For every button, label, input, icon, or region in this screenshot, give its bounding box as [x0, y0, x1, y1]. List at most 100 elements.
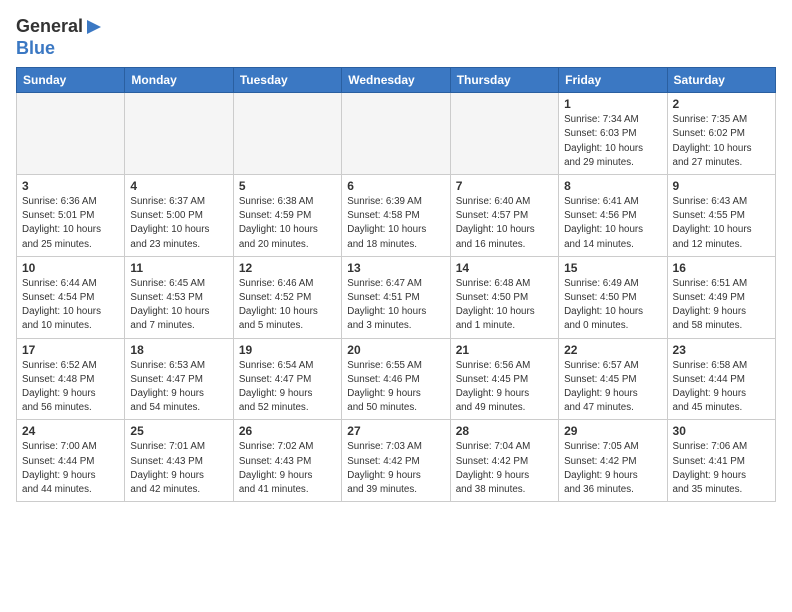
calendar-cell: 16 Sunrise: 6:51 AM Sunset: 4:49 PM Dayli… — [667, 256, 775, 338]
day-number: 11 — [130, 261, 227, 275]
calendar-cell: 24 Sunrise: 7:00 AM Sunset: 4:44 PM Dayli… — [17, 420, 125, 502]
day-info: Sunrise: 7:01 AM Sunset: 4:43 PM Dayligh… — [130, 440, 227, 497]
weekday-friday: Friday — [559, 68, 667, 93]
calendar-cell: 8Sunrise: 6:41 AM Sunset: 4:56 PM Daylig… — [559, 175, 667, 257]
weekday-wednesday: Wednesday — [342, 68, 450, 93]
calendar-cell — [233, 93, 341, 175]
day-number: 3 — [22, 179, 119, 193]
day-number: 28 — [456, 424, 553, 438]
week-row-1: 1 Sunrise: 7:34 AM Sunset: 6:03 PM Daylig… — [17, 93, 776, 175]
day-info: Sunrise: 6:57 AM Sunset: 4:45 PM Dayligh… — [564, 359, 661, 416]
week-row-4: 17 Sunrise: 6:52 AM Sunset: 4:48 PM Dayli… — [17, 338, 776, 420]
weekday-tuesday: Tuesday — [233, 68, 341, 93]
day-number: 4 — [130, 179, 227, 193]
week-row-3: 10Sunrise: 6:44 AM Sunset: 4:54 PM Dayli… — [17, 256, 776, 338]
calendar-cell: 19 Sunrise: 6:54 AM Sunset: 4:47 PM Dayli… — [233, 338, 341, 420]
day-number: 13 — [347, 261, 444, 275]
day-info: Sunrise: 6:45 AM Sunset: 4:53 PM Dayligh… — [130, 277, 227, 334]
calendar-cell: 13 Sunrise: 6:47 AM Sunset: 4:51 PM Dayli… — [342, 256, 450, 338]
calendar-cell: 7Sunrise: 6:40 AM Sunset: 4:57 PM Daylig… — [450, 175, 558, 257]
day-number: 16 — [673, 261, 770, 275]
day-info: Sunrise: 6:47 AM Sunset: 4:51 PM Dayligh… — [347, 277, 444, 334]
day-info: Sunrise: 6:48 AM Sunset: 4:50 PM Dayligh… — [456, 277, 553, 334]
day-number: 20 — [347, 343, 444, 357]
day-number: 17 — [22, 343, 119, 357]
calendar-cell: 1 Sunrise: 7:34 AM Sunset: 6:03 PM Daylig… — [559, 93, 667, 175]
day-info: Sunrise: 6:41 AM Sunset: 4:56 PM Dayligh… — [564, 195, 661, 252]
day-number: 19 — [239, 343, 336, 357]
day-info: Sunrise: 6:44 AM Sunset: 4:54 PM Dayligh… — [22, 277, 119, 334]
calendar-cell: 15 Sunrise: 6:49 AM Sunset: 4:50 PM Dayli… — [559, 256, 667, 338]
day-info: Sunrise: 7:00 AM Sunset: 4:44 PM Dayligh… — [22, 440, 119, 497]
day-number: 22 — [564, 343, 661, 357]
calendar-cell: 6 Sunrise: 6:39 AM Sunset: 4:58 PM Daylig… — [342, 175, 450, 257]
day-info: Sunrise: 6:49 AM Sunset: 4:50 PM Dayligh… — [564, 277, 661, 334]
day-info: Sunrise: 7:03 AM Sunset: 4:42 PM Dayligh… — [347, 440, 444, 497]
day-number: 5 — [239, 179, 336, 193]
calendar-cell: 11 Sunrise: 6:45 AM Sunset: 4:53 PM Dayli… — [125, 256, 233, 338]
calendar-cell — [342, 93, 450, 175]
day-info: Sunrise: 6:43 AM Sunset: 4:55 PM Dayligh… — [673, 195, 770, 252]
calendar-cell: 22 Sunrise: 6:57 AM Sunset: 4:45 PM Dayli… — [559, 338, 667, 420]
day-number: 15 — [564, 261, 661, 275]
weekday-sunday: Sunday — [17, 68, 125, 93]
week-row-5: 24 Sunrise: 7:00 AM Sunset: 4:44 PM Dayli… — [17, 420, 776, 502]
calendar-cell: 28 Sunrise: 7:04 AM Sunset: 4:42 PM Dayli… — [450, 420, 558, 502]
day-number: 2 — [673, 97, 770, 111]
day-info: Sunrise: 6:53 AM Sunset: 4:47 PM Dayligh… — [130, 359, 227, 416]
day-number: 12 — [239, 261, 336, 275]
day-number: 14 — [456, 261, 553, 275]
day-info: Sunrise: 6:52 AM Sunset: 4:48 PM Dayligh… — [22, 359, 119, 416]
day-info: Sunrise: 6:54 AM Sunset: 4:47 PM Dayligh… — [239, 359, 336, 416]
calendar-cell: 12 Sunrise: 6:46 AM Sunset: 4:52 PM Dayli… — [233, 256, 341, 338]
day-number: 29 — [564, 424, 661, 438]
day-info: Sunrise: 6:51 AM Sunset: 4:49 PM Dayligh… — [673, 277, 770, 334]
day-number: 26 — [239, 424, 336, 438]
calendar-cell — [125, 93, 233, 175]
weekday-thursday: Thursday — [450, 68, 558, 93]
day-info: Sunrise: 6:58 AM Sunset: 4:44 PM Dayligh… — [673, 359, 770, 416]
calendar-cell: 26 Sunrise: 7:02 AM Sunset: 4:43 PM Dayli… — [233, 420, 341, 502]
calendar-cell: 4Sunrise: 6:37 AM Sunset: 5:00 PM Daylig… — [125, 175, 233, 257]
day-number: 25 — [130, 424, 227, 438]
calendar-cell — [17, 93, 125, 175]
day-info: Sunrise: 6:46 AM Sunset: 4:52 PM Dayligh… — [239, 277, 336, 334]
day-number: 18 — [130, 343, 227, 357]
day-number: 21 — [456, 343, 553, 357]
day-number: 1 — [564, 97, 661, 111]
calendar-cell: 21 Sunrise: 6:56 AM Sunset: 4:45 PM Dayli… — [450, 338, 558, 420]
day-info: Sunrise: 7:05 AM Sunset: 4:42 PM Dayligh… — [564, 440, 661, 497]
day-info: Sunrise: 7:02 AM Sunset: 4:43 PM Dayligh… — [239, 440, 336, 497]
calendar-cell: 9 Sunrise: 6:43 AM Sunset: 4:55 PM Daylig… — [667, 175, 775, 257]
day-number: 30 — [673, 424, 770, 438]
calendar-cell: 14 Sunrise: 6:48 AM Sunset: 4:50 PM Dayli… — [450, 256, 558, 338]
calendar-cell: 3 Sunrise: 6:36 AM Sunset: 5:01 PM Daylig… — [17, 175, 125, 257]
day-number: 7 — [456, 179, 553, 193]
day-number: 24 — [22, 424, 119, 438]
day-number: 6 — [347, 179, 444, 193]
day-info: Sunrise: 7:35 AM Sunset: 6:02 PM Dayligh… — [673, 113, 770, 170]
calendar-cell: 29 Sunrise: 7:05 AM Sunset: 4:42 PM Dayli… — [559, 420, 667, 502]
calendar-cell: 27 Sunrise: 7:03 AM Sunset: 4:42 PM Dayli… — [342, 420, 450, 502]
calendar-cell: 20Sunrise: 6:55 AM Sunset: 4:46 PM Dayli… — [342, 338, 450, 420]
logo: General Blue — [16, 16, 105, 59]
logo-arrow-icon — [83, 18, 105, 36]
day-number: 9 — [673, 179, 770, 193]
day-info: Sunrise: 6:36 AM Sunset: 5:01 PM Dayligh… — [22, 195, 119, 252]
day-info: Sunrise: 7:06 AM Sunset: 4:41 PM Dayligh… — [673, 440, 770, 497]
weekday-header-row: SundayMondayTuesdayWednesdayThursdayFrid… — [17, 68, 776, 93]
day-number: 27 — [347, 424, 444, 438]
day-info: Sunrise: 7:34 AM Sunset: 6:03 PM Dayligh… — [564, 113, 661, 170]
calendar-cell: 5 Sunrise: 6:38 AM Sunset: 4:59 PM Daylig… — [233, 175, 341, 257]
calendar-cell: 23Sunrise: 6:58 AM Sunset: 4:44 PM Dayli… — [667, 338, 775, 420]
day-info: Sunrise: 6:56 AM Sunset: 4:45 PM Dayligh… — [456, 359, 553, 416]
calendar-cell: 30 Sunrise: 7:06 AM Sunset: 4:41 PM Dayli… — [667, 420, 775, 502]
calendar-cell: 17 Sunrise: 6:52 AM Sunset: 4:48 PM Dayli… — [17, 338, 125, 420]
day-info: Sunrise: 6:38 AM Sunset: 4:59 PM Dayligh… — [239, 195, 336, 252]
day-info: Sunrise: 6:39 AM Sunset: 4:58 PM Dayligh… — [347, 195, 444, 252]
day-info: Sunrise: 7:04 AM Sunset: 4:42 PM Dayligh… — [456, 440, 553, 497]
logo-text: General — [16, 16, 83, 38]
calendar-cell: 18 Sunrise: 6:53 AM Sunset: 4:47 PM Dayli… — [125, 338, 233, 420]
calendar-cell — [450, 93, 558, 175]
week-row-2: 3 Sunrise: 6:36 AM Sunset: 5:01 PM Daylig… — [17, 175, 776, 257]
